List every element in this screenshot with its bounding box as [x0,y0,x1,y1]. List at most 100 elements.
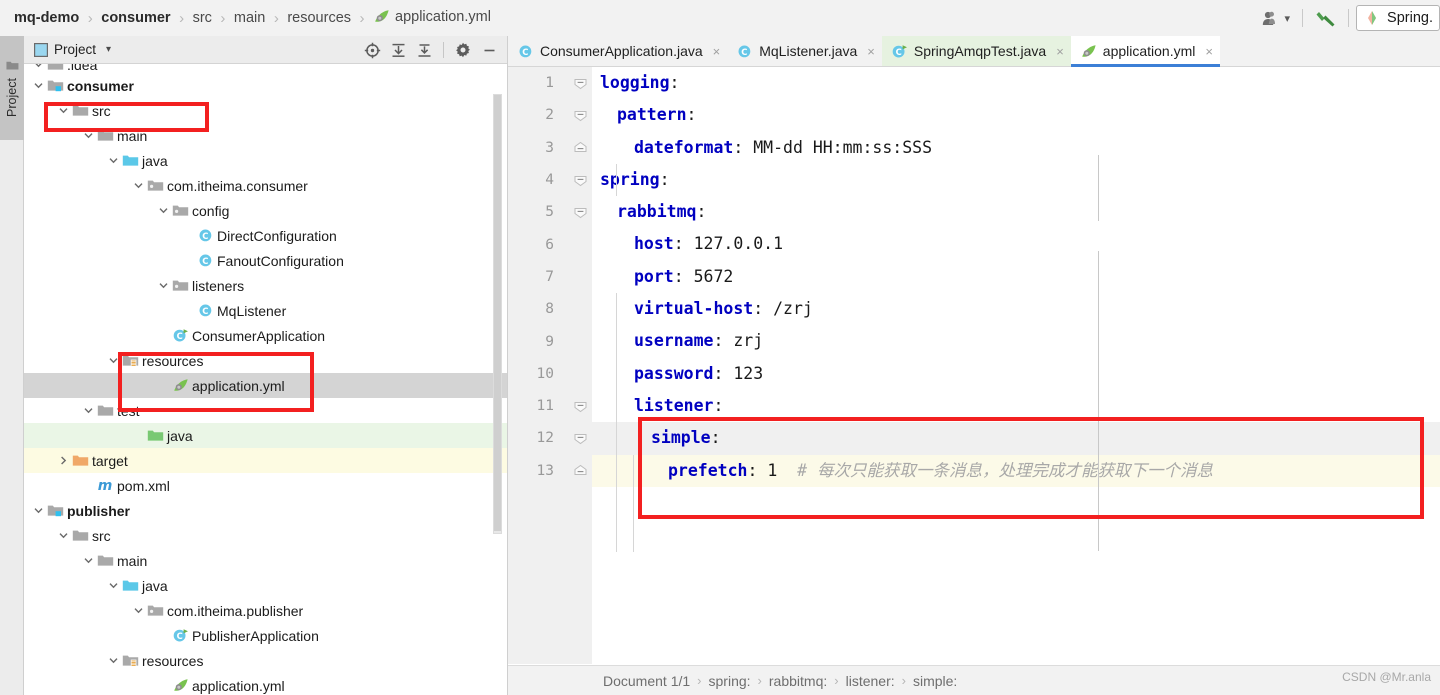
tree-item-test[interactable]: test [24,398,507,423]
tree-item-publisher[interactable]: publisher [24,498,507,523]
fold-marker[interactable] [573,205,588,220]
fold-marker[interactable] [573,108,588,123]
scrollbar-thumb[interactable] [494,95,501,531]
status-breadcrumb-item-simple[interactable]: simple: [913,673,957,689]
tree-item-src[interactable]: src [24,98,507,123]
chevron-down-icon[interactable] [30,503,46,519]
fold-marker[interactable] [573,431,588,446]
settings-gear-icon[interactable] [451,38,475,62]
code-line-2[interactable]: 2 pattern: [545,99,1440,131]
run-configuration-selector[interactable]: Spring. [1356,5,1440,31]
chevron-down-icon[interactable] [55,528,71,544]
tree-item-src[interactable]: src [24,523,507,548]
chevron-down-icon[interactable] [130,178,146,194]
tree-item-java[interactable]: java [24,148,507,173]
build-button[interactable] [1310,3,1341,33]
tree-item-listeners[interactable]: listeners [24,273,507,298]
chevron-down-icon[interactable] [80,403,96,419]
chevron-down-icon[interactable] [80,553,96,569]
tree-item-main[interactable]: main [24,548,507,573]
tree-item-com-itheima-publisher[interactable]: com.itheima.publisher [24,598,507,623]
expand-all-icon[interactable] [386,38,410,62]
tree-item-target[interactable]: target [24,448,507,473]
tree-item-resources[interactable]: resources [24,648,507,673]
editor-text[interactable]: 1 logging: 2 pattern: 3 dateformat: MM-dd HH:… [537,67,1440,664]
close-icon[interactable]: × [1056,44,1064,59]
project-panel-title[interactable]: Project ▾ [24,42,111,57]
tree-item-consumer[interactable]: consumer [24,73,507,98]
editor-tab-mqlistener-java[interactable]: C MqListener.java × [727,36,882,66]
tree-item-main[interactable]: main [24,123,507,148]
breadcrumb-item-application-yml[interactable]: application.yml [373,9,491,28]
fold-marker[interactable] [573,173,588,188]
hide-panel-icon[interactable] [477,38,501,62]
code-line-7[interactable]: 7 port: 5672 [545,261,1440,293]
tree-item-pom-xml[interactable]: m pom.xml [24,473,507,498]
tree-item-mqlistener[interactable]: C MqListener [24,298,507,323]
tree-item-application-yml[interactable]: application.yml [24,373,507,398]
chevron-down-icon[interactable] [155,203,171,219]
code-line-3[interactable]: 3 dateformat: MM-dd HH:mm:ss:SSS [545,132,1440,164]
project-tree[interactable]: .idea consumer src main java com.itheima.cons… [24,64,507,695]
code-line-11[interactable]: 11 listener: [537,390,1440,422]
code-line-5[interactable]: 5 rabbitmq: [545,196,1440,228]
status-breadcrumb-item-listener[interactable]: listener: [846,673,895,689]
code-line-1[interactable]: 1 logging: [545,67,1440,99]
user-account-button[interactable]: ▾ [1257,3,1296,33]
chevron-down-icon[interactable] [130,603,146,619]
close-icon[interactable]: × [867,44,875,59]
tree-item-java[interactable]: java [24,573,507,598]
fold-marker[interactable] [573,463,588,478]
folder-grey-icon [72,105,88,116]
project-tool-tab[interactable]: Project [0,36,24,140]
code-editor[interactable]: 1 logging: 2 pattern: 3 dateformat: MM-dd HH:… [508,67,1440,664]
code-line-6[interactable]: 6 host: 127.0.0.1 [545,228,1440,260]
code-line-9[interactable]: 9 username: zrj [545,325,1440,357]
tree-item-directconfiguration[interactable]: C DirectConfiguration [24,223,507,248]
editor-tab-springamqptest-java[interactable]: C SpringAmqpTest.java × [881,36,1071,66]
tree-item-publisherapplication[interactable]: C PublisherApplication [24,623,507,648]
fold-marker[interactable] [573,76,588,91]
code-line-4[interactable]: 4 spring: [545,164,1440,196]
tree-item--idea[interactable]: .idea [24,64,507,73]
close-icon[interactable]: × [1205,44,1213,59]
status-breadcrumb-item-rabbitmq[interactable]: rabbitmq: [769,673,827,689]
code-line-12[interactable]: 12 simple: [537,422,1440,455]
editor-tab-application-yml[interactable]: application.yml × [1070,36,1221,67]
breadcrumb-item-consumer[interactable]: consumer [101,10,170,26]
fold-marker[interactable] [573,140,588,155]
chevron-down-icon[interactable] [105,153,121,169]
chevron-down-icon[interactable] [80,128,96,144]
chevron-down-icon[interactable] [30,78,46,94]
breadcrumb-item-main[interactable]: main [234,10,265,26]
chevron-down-icon[interactable] [105,578,121,594]
tree-item-com-itheima-consumer[interactable]: com.itheima.consumer [24,173,507,198]
tree-item-resources[interactable]: resources [24,348,507,373]
chevron-down-icon[interactable] [155,278,171,294]
tree-item-config[interactable]: config [24,198,507,223]
close-icon[interactable]: × [713,44,721,59]
code-line-10[interactable]: 10 password: 123 [537,358,1440,390]
breadcrumb-item-src[interactable]: src [193,10,212,26]
chevron-down-icon[interactable] [30,64,46,73]
tree-item-application-yml[interactable]: application.yml [24,673,507,695]
chevron-down-icon[interactable] [55,103,71,119]
locate-in-tree-icon[interactable] [360,38,384,62]
chevron-down-icon[interactable] [105,653,121,669]
status-breadcrumb-item-spring[interactable]: spring: [709,673,751,689]
editor-fold-gutter[interactable] [570,67,592,664]
tree-item-fanoutconfiguration[interactable]: C FanoutConfiguration [24,248,507,273]
tree-item-consumerapplication[interactable]: C ConsumerApplication [24,323,507,348]
breadcrumb-item-resources[interactable]: resources [287,10,351,26]
code-line-13[interactable]: 13 prefetch: 1 # 每次只能获取一条消息，处理完成才能获取下一个消息 [537,454,1440,487]
code-line-8[interactable]: 8 virtual-host: /zrj [545,293,1440,325]
fold-marker[interactable] [573,399,588,414]
project-tree-scrollbar[interactable] [493,94,502,534]
collapse-all-icon[interactable] [412,38,436,62]
tree-item-java[interactable]: java [24,423,507,448]
editor-tab-consumerapplication-java[interactable]: C ConsumerApplication.java × [508,36,727,66]
breadcrumb-item-mq-demo[interactable]: mq-demo [14,10,79,26]
chevron-down-icon[interactable] [105,353,121,369]
svg-text:C: C [742,46,748,56]
chevron-right-icon[interactable] [55,453,71,469]
